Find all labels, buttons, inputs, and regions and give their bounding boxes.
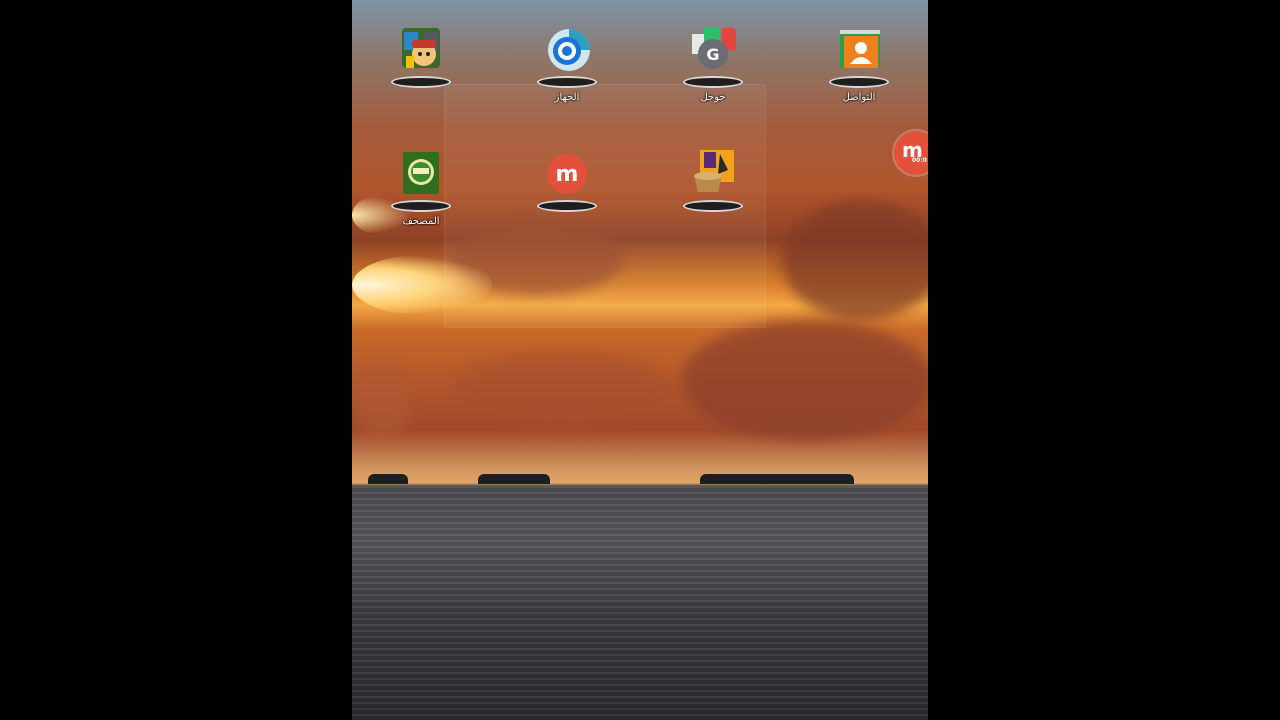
contacts-icon	[828, 26, 890, 88]
floating-recorder-button[interactable]: m 00:0	[894, 131, 928, 175]
google-folder-icon: G	[682, 26, 744, 88]
app-label: جوجل	[700, 92, 726, 103]
island	[478, 474, 550, 484]
settings-gear-icon	[536, 26, 598, 88]
cloud	[782, 200, 928, 320]
app-contacts[interactable]: التواصل	[804, 26, 914, 103]
cloud	[682, 320, 928, 440]
basket-game-icon	[682, 150, 744, 212]
app-label: التواصل	[842, 92, 876, 103]
app-google-folder[interactable]: G جوجل	[658, 26, 768, 103]
svg-text:m: m	[556, 162, 579, 187]
cloud	[352, 360, 412, 440]
recorder-timer: 00:0	[912, 157, 927, 164]
app-mobizen[interactable]: m	[512, 150, 622, 216]
app-basket-game[interactable]	[658, 150, 768, 216]
quran-icon	[390, 150, 452, 212]
home-screen: الجهاز G جوجل التواصل المصحف m m 00:0	[352, 0, 928, 720]
game-folder-icon	[390, 26, 452, 88]
cloud	[452, 350, 672, 430]
sea	[352, 486, 928, 720]
app-label: المصحف	[402, 216, 440, 227]
svg-text:G: G	[706, 45, 719, 64]
island	[368, 474, 408, 484]
mobizen-recorder-icon: m	[536, 150, 598, 212]
app-device[interactable]: الجهاز	[512, 26, 622, 103]
island	[700, 474, 854, 484]
app-game-folder[interactable]	[366, 26, 476, 92]
app-quran[interactable]: المصحف	[366, 150, 476, 227]
app-label: الجهاز	[554, 92, 580, 103]
